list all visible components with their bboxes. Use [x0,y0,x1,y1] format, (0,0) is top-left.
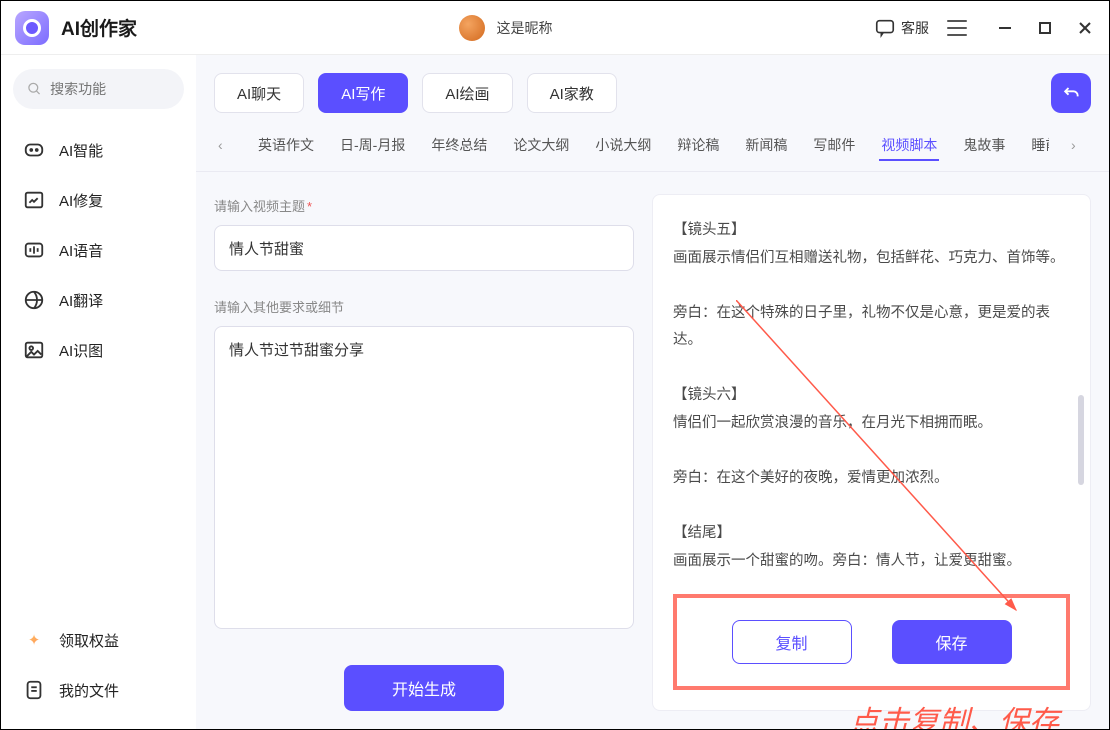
sidebar-item-label: AI翻译 [59,290,103,311]
main-content: AI聊天 AI写作 AI绘画 AI家教 ‹ 英语作文日-周-月报年终总结论文大纲小说大… [196,55,1109,729]
topic-field[interactable] [229,240,619,257]
mode-tab-3[interactable]: AI家教 [527,73,617,113]
search-field[interactable] [50,81,170,97]
sidebar-item-label: AI识图 [59,340,103,361]
mode-tab-0[interactable]: AI聊天 [214,73,304,113]
category-item[interactable]: 小说大纲 [593,129,653,161]
category-item[interactable]: 论文大纲 [511,129,571,161]
topic-input[interactable] [214,225,634,271]
cs-label: 客服 [901,18,929,38]
sidebar-item-label: 我的文件 [59,680,119,701]
sidebar-item-ai-translate[interactable]: AI翻译 [13,275,184,325]
voice-icon [23,239,45,261]
sidebar: AI智能 AI修复 AI语音 AI翻译 AI识图 ✦ 领取权益 我的文件 [1,55,196,729]
reward-icon: ✦ [23,629,45,651]
sidebar-item-label: AI修复 [59,190,103,211]
sidebar-item-myfiles[interactable]: 我的文件 [13,665,184,715]
titlebar: AI创作家 这是昵称 客服 [1,1,1109,55]
translate-icon [23,289,45,311]
mode-tab-1[interactable]: AI写作 [318,73,408,113]
category-row: ‹ 英语作文日-周-月报年终总结论文大纲小说大纲辩论稿新闻稿写邮件视频脚本鬼故事… [196,125,1109,172]
nickname: 这是昵称 [497,18,553,38]
return-icon [1061,83,1081,103]
mode-tabs: AI聊天 AI写作 AI绘画 AI家教 [196,55,1109,125]
sidebar-item-label: AI智能 [59,140,103,161]
menu-icon[interactable] [947,20,967,36]
chat-icon [874,17,896,39]
close-button[interactable] [1075,18,1095,38]
sidebar-item-label: 领取权益 [59,630,119,651]
app-title: AI创作家 [61,14,137,41]
category-item[interactable]: 写邮件 [811,129,857,161]
document-icon [23,679,45,701]
app-logo-icon [15,11,49,45]
search-input[interactable] [13,69,184,109]
copy-button[interactable]: 复制 [732,620,852,664]
save-button[interactable]: 保存 [892,620,1012,664]
result-text: 【镜头五】 画面展示情侣们互相赠送礼物，包括鲜花、巧克力、首饰等。 旁白：在这个… [673,217,1070,582]
detail-field[interactable] [229,339,619,616]
sidebar-item-reward[interactable]: ✦ 领取权益 [13,615,184,665]
maximize-button[interactable] [1035,18,1055,38]
avatar[interactable] [459,15,485,41]
category-item[interactable]: 鬼故事 [961,129,1007,161]
category-item[interactable]: 辩论稿 [675,129,721,161]
topic-label: 请输入视频主题* [214,196,634,215]
input-form: 请输入视频主题* 请输入其他要求或细节 开始生成 [214,194,634,711]
detail-input[interactable] [214,326,634,629]
category-item[interactable]: 视频脚本 [879,129,939,161]
mode-tab-2[interactable]: AI绘画 [422,73,512,113]
sidebar-item-ai-smart[interactable]: AI智能 [13,125,184,175]
generate-button[interactable]: 开始生成 [344,665,504,711]
category-item[interactable]: 新闻稿 [743,129,789,161]
category-item[interactable]: 日-周-月报 [338,129,407,161]
picture-icon [23,339,45,361]
sidebar-item-label: AI语音 [59,240,103,261]
action-buttons-highlight: 复制 保存 [673,594,1070,690]
detail-label: 请输入其他要求或细节 [214,297,634,316]
result-panel: 【镜头五】 画面展示情侣们互相赠送礼物，包括鲜花、巧克力、首饰等。 旁白：在这个… [652,194,1091,711]
category-item[interactable]: 睡前小故事 [1029,129,1049,161]
chevron-left-icon[interactable]: ‹ [218,137,234,153]
search-icon [27,80,42,98]
category-item[interactable]: 年终总结 [429,129,489,161]
sidebar-item-ai-ocr[interactable]: AI识图 [13,325,184,375]
sidebar-item-ai-repair[interactable]: AI修复 [13,175,184,225]
scrollbar-thumb[interactable] [1078,395,1084,485]
brackets-icon [23,139,45,161]
return-button[interactable] [1051,73,1091,113]
minimize-button[interactable] [995,18,1015,38]
customer-service-button[interactable]: 客服 [874,17,929,39]
chevron-right-icon[interactable]: › [1071,137,1087,153]
sidebar-item-ai-voice[interactable]: AI语音 [13,225,184,275]
category-item[interactable]: 英语作文 [256,129,316,161]
image-repair-icon [23,189,45,211]
